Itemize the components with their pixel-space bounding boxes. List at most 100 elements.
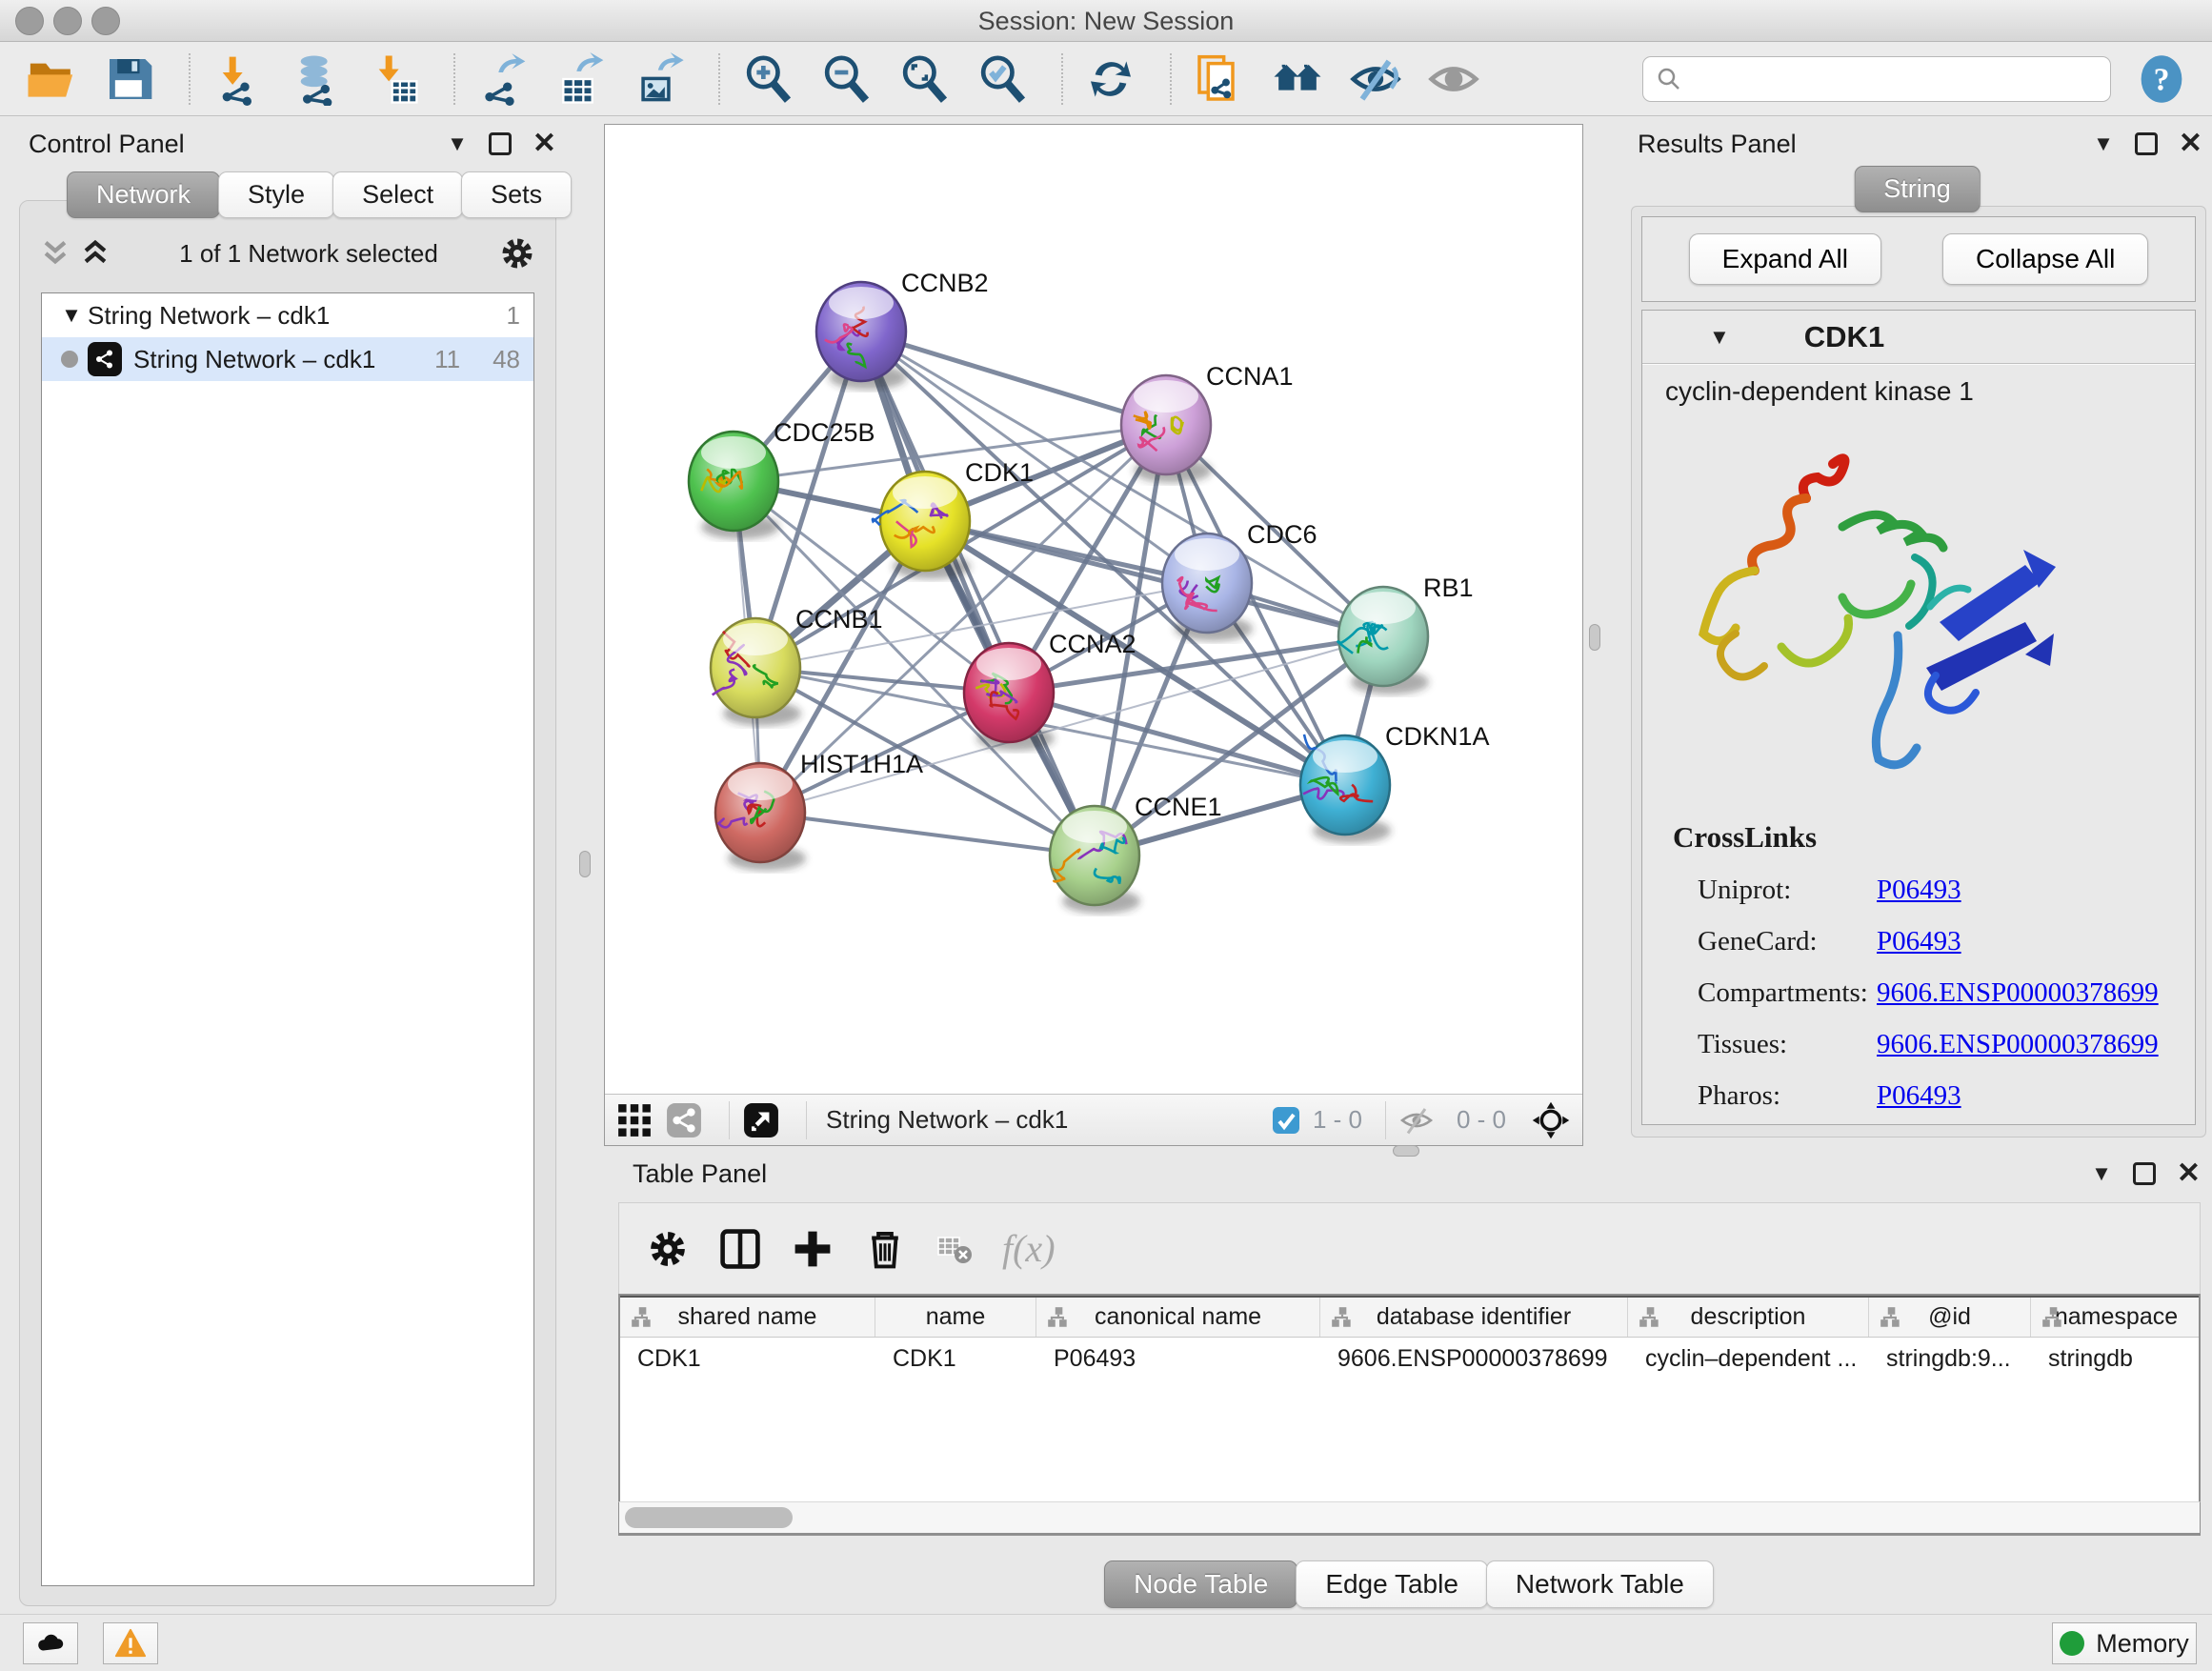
footer-separator [806, 1101, 807, 1139]
save-session-icon[interactable] [103, 52, 156, 106]
close-panel-icon[interactable]: ✕ [533, 130, 556, 158]
close-panel-icon[interactable]: ✕ [2179, 130, 2202, 158]
export-network-icon[interactable] [476, 52, 530, 106]
column-header-database-identifier[interactable]: database identifier [1320, 1298, 1628, 1337]
node-CDKN1A[interactable]: CDKN1A [1300, 722, 1490, 843]
node-RB1[interactable]: RB1 [1337, 574, 1473, 695]
import-network-icon[interactable] [211, 52, 265, 106]
network-options-gear-icon[interactable] [498, 234, 536, 272]
string-home-icon[interactable] [1271, 52, 1324, 106]
search-input[interactable] [1683, 60, 2099, 98]
tab-string[interactable]: String [1854, 166, 1981, 212]
memory-button[interactable]: Memory [2052, 1622, 2197, 1664]
node-gloss [1351, 592, 1416, 624]
function-builder-icon[interactable]: f(x) [1002, 1226, 1056, 1271]
zoom-in-icon[interactable] [741, 52, 794, 106]
panel-menu-icon[interactable]: ▼ [447, 131, 468, 156]
float-panel-icon[interactable] [489, 132, 512, 155]
network-row[interactable]: String Network – cdk1 11 48 [42, 337, 533, 381]
warnings-button[interactable] [103, 1622, 158, 1664]
node-CCNB1[interactable]: CCNB1 [711, 605, 883, 726]
column-header-description[interactable]: description [1628, 1298, 1869, 1337]
help-button[interactable]: ? [2136, 53, 2187, 105]
zoom-selected-icon[interactable] [975, 52, 1029, 106]
node-CDC25B[interactable]: CDC25B [689, 418, 875, 539]
tab-edge-table[interactable]: Edge Table [1296, 1560, 1488, 1608]
open-in-window-icon[interactable] [743, 1102, 779, 1138]
crosslink-link[interactable]: 9606.ENSP00000378699 [1877, 1029, 2159, 1060]
node-HIST1H1A[interactable]: HIST1H1A [715, 750, 923, 871]
expand-all-button[interactable]: Expand All [1689, 233, 1881, 285]
column-header--id[interactable]: @id [1869, 1298, 2031, 1337]
refresh-view-icon[interactable] [1084, 52, 1137, 106]
show-columns-icon[interactable] [718, 1227, 762, 1271]
selected-checkbox-icon[interactable] [1271, 1105, 1301, 1136]
delete-table-icon[interactable] [935, 1230, 974, 1268]
float-panel-icon[interactable] [2135, 132, 2158, 155]
panel-menu-icon[interactable]: ▼ [2091, 1161, 2112, 1186]
import-table-icon[interactable] [368, 52, 421, 106]
zoom-out-icon[interactable] [819, 52, 873, 106]
close-panel-icon[interactable]: ✕ [2177, 1159, 2201, 1188]
string-import-icon[interactable] [1193, 52, 1246, 106]
network-share-icon[interactable] [666, 1102, 702, 1138]
column-header-shared-name[interactable]: shared name [620, 1298, 875, 1337]
import-network-database-icon[interactable] [290, 52, 343, 106]
collapse-section-icon[interactable]: ▼ [1709, 325, 1730, 350]
crosslink-link[interactable]: P06493 [1877, 1080, 1961, 1112]
network-tab-content: 1 of 1 Network selected ▼ String Network… [19, 200, 556, 1606]
collapse-all-icon[interactable] [39, 239, 71, 268]
column-header-namespace[interactable]: namespace [2031, 1298, 2201, 1337]
tab-network-table[interactable]: Network Table [1486, 1560, 1714, 1608]
node-CCNE1[interactable]: CCNE1 [1050, 793, 1222, 914]
cloud-status-button[interactable] [23, 1622, 78, 1664]
panel-menu-icon[interactable]: ▼ [2093, 131, 2114, 156]
zoom-fit-icon[interactable] [897, 52, 951, 106]
crosslink-link[interactable]: 9606.ENSP00000378699 [1877, 977, 2159, 1009]
collapse-all-button[interactable]: Collapse All [1942, 233, 2148, 285]
edge-CCNB2-CCNA1[interactable] [861, 332, 1166, 425]
node-CCNB2[interactable]: CCNB2 [816, 269, 989, 390]
column-header-canonical-name[interactable]: canonical name [1036, 1298, 1320, 1337]
delete-column-icon[interactable] [863, 1227, 907, 1271]
protein-section-header[interactable]: ▼ CDK1 [1642, 311, 2195, 364]
birds-eye-grid-icon[interactable] [616, 1102, 653, 1138]
float-panel-icon[interactable] [2133, 1162, 2156, 1185]
search-box[interactable] [1642, 56, 2111, 102]
column-header-name[interactable]: name [875, 1298, 1036, 1337]
table-options-gear-icon[interactable] [646, 1227, 690, 1271]
export-table-icon[interactable] [554, 52, 608, 106]
tab-style[interactable]: Style [218, 171, 334, 218]
scrollbar-thumb[interactable] [625, 1507, 793, 1528]
tab-sets[interactable]: Sets [461, 171, 572, 218]
table-row[interactable]: CDK1CDK1P064939606.ENSP00000378699cyclin… [620, 1338, 2199, 1379]
toolbar-separator [1170, 53, 1172, 105]
node-CCNA1[interactable]: CCNA1 [1121, 362, 1294, 483]
results-panel: Results Panel ▼ ✕ String Expand All Coll… [1622, 124, 2212, 1141]
crosslink-link[interactable]: P06493 [1877, 875, 1961, 906]
network-name: String Network – cdk1 [133, 345, 375, 374]
hidden-eye-slash-icon[interactable] [1399, 1103, 1434, 1137]
network-collection-row[interactable]: ▼ String Network – cdk1 1 [42, 293, 533, 337]
expand-all-icon[interactable] [79, 239, 111, 268]
tree-expand-icon[interactable]: ▼ [55, 303, 88, 328]
open-session-icon[interactable] [25, 52, 78, 106]
tab-node-table[interactable]: Node Table [1104, 1560, 1297, 1608]
fit-selected-crosshair-icon[interactable] [1531, 1100, 1571, 1140]
edge-CCNE1-HIST1H1A[interactable] [760, 813, 1095, 856]
column-header-label: database identifier [1377, 1303, 1571, 1331]
node-gloss [976, 648, 1041, 680]
table-horizontal-scrollbar[interactable] [618, 1501, 2201, 1534]
tab-select[interactable]: Select [332, 171, 463, 218]
tab-network[interactable]: Network [67, 171, 220, 218]
create-column-icon[interactable] [791, 1227, 835, 1271]
export-image-icon[interactable] [633, 52, 686, 106]
crosslink-link[interactable]: P06493 [1877, 926, 1961, 957]
node-CCNA2[interactable]: CCNA2 [964, 630, 1136, 751]
hide-selected-eye-icon[interactable] [1349, 52, 1402, 106]
node-CDC6[interactable]: CDC6 [1162, 520, 1317, 641]
network-canvas[interactable]: CCNB2CCNA1CDC25BCDK1CDC6RB1CCNB1CCNA2CDK… [605, 125, 1582, 1094]
show-all-eye-icon[interactable] [1427, 52, 1480, 106]
splitter-handle[interactable] [1589, 624, 1600, 651]
splitter-handle[interactable] [579, 851, 591, 877]
